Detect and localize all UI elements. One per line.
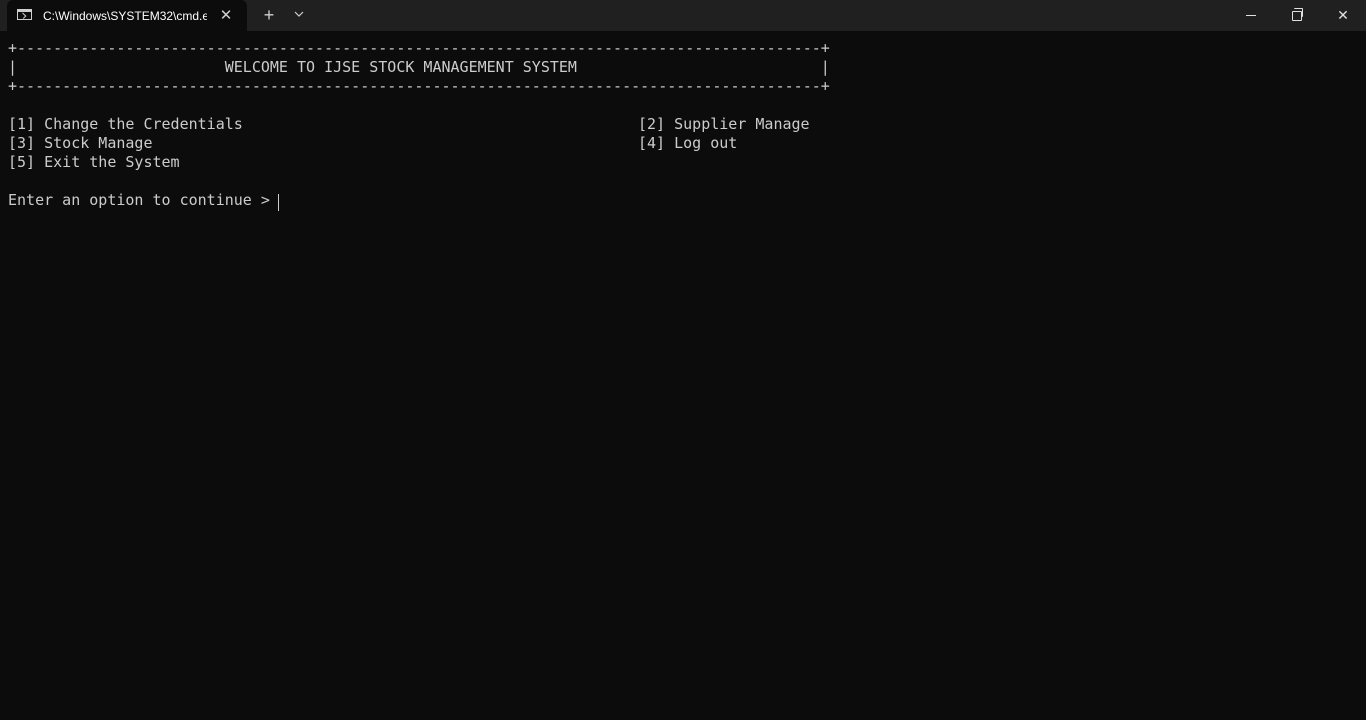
border-top: +---------------------------------------… [8, 39, 830, 57]
tab-close-icon[interactable]: ✕ [216, 6, 236, 26]
border-bottom: +---------------------------------------… [8, 77, 830, 95]
minimize-button[interactable] [1228, 0, 1274, 31]
minimize-icon [1246, 15, 1256, 16]
close-icon: ✕ [1337, 7, 1349, 23]
title-bar: C:\Windows\SYSTEM32\cmd.exe ✕ + ✕ [0, 0, 1366, 31]
restore-button[interactable] [1274, 0, 1320, 31]
close-button[interactable]: ✕ [1320, 0, 1366, 31]
cmd-icon [17, 9, 32, 20]
terminal-output[interactable]: +---------------------------------------… [0, 31, 1366, 720]
menu-option-5: [5] Exit the System [8, 153, 180, 171]
input-prompt: Enter an option to continue > [8, 191, 279, 209]
menu-option-4: [4] Log out [638, 134, 738, 152]
menu-option-1: [1] Change the Credentials [8, 115, 243, 133]
tab-cmd[interactable]: C:\Windows\SYSTEM32\cmd.exe ✕ [7, 0, 247, 31]
new-tab-button[interactable]: + [257, 4, 281, 26]
menu-option-2: [2] Supplier Manage [638, 115, 810, 133]
chevron-down-icon[interactable] [288, 4, 310, 26]
welcome-banner: | WELCOME TO IJSE STOCK MANAGEMENT SYSTE… [8, 58, 830, 76]
menu-option-3: [3] Stock Manage [8, 134, 153, 152]
terminal-window: C:\Windows\SYSTEM32\cmd.exe ✕ + ✕ +-----… [0, 0, 1366, 720]
restore-icon [1292, 8, 1303, 21]
text-cursor[interactable] [278, 194, 279, 211]
tab-title: C:\Windows\SYSTEM32\cmd.exe [43, 9, 207, 23]
